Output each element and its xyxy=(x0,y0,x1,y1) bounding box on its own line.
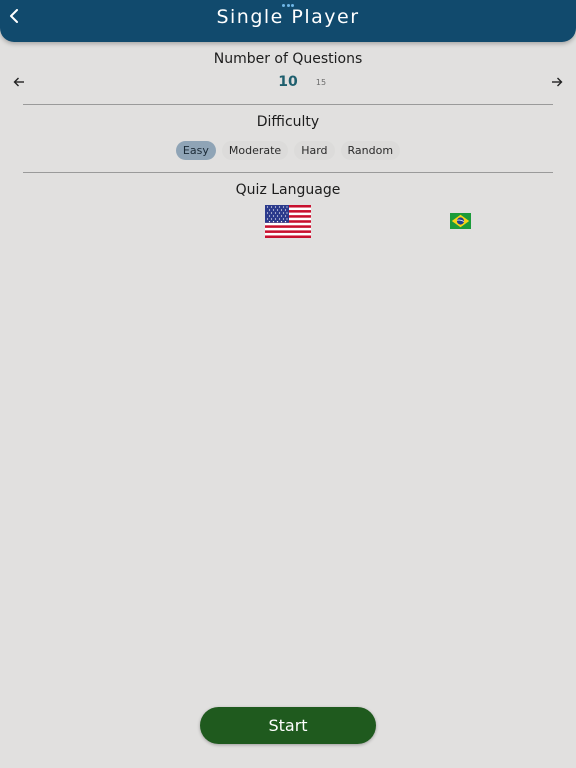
single-player-screen: Single Player Number of Questions 10 15 … xyxy=(0,0,576,768)
arrow-right-icon xyxy=(552,77,563,87)
difficulty-options: Easy Moderate Hard Random xyxy=(0,141,576,160)
us-flag-icon[interactable] xyxy=(265,205,311,238)
question-count-option[interactable]: 15 xyxy=(312,78,330,87)
previous-count-button[interactable] xyxy=(11,74,27,90)
difficulty-moderate-button[interactable]: Moderate xyxy=(221,141,289,160)
divider xyxy=(23,172,553,173)
start-button[interactable]: Start xyxy=(200,707,376,744)
questions-section-title: Number of Questions xyxy=(213,51,363,67)
divider xyxy=(23,104,553,105)
next-count-button[interactable] xyxy=(549,74,565,90)
question-count-selected[interactable]: 10 xyxy=(272,74,304,90)
difficulty-random-button[interactable]: Random xyxy=(340,141,401,160)
difficulty-easy-button[interactable]: Easy xyxy=(175,141,216,160)
page-title: Single Player xyxy=(216,6,360,28)
difficulty-section-title: Difficulty xyxy=(256,114,320,130)
brazil-flag-icon[interactable] xyxy=(450,213,471,229)
language-section-title: Quiz Language xyxy=(235,182,341,198)
arrow-left-icon xyxy=(13,77,24,87)
header-bar: Single Player xyxy=(0,0,576,42)
difficulty-hard-button[interactable]: Hard xyxy=(294,141,335,160)
